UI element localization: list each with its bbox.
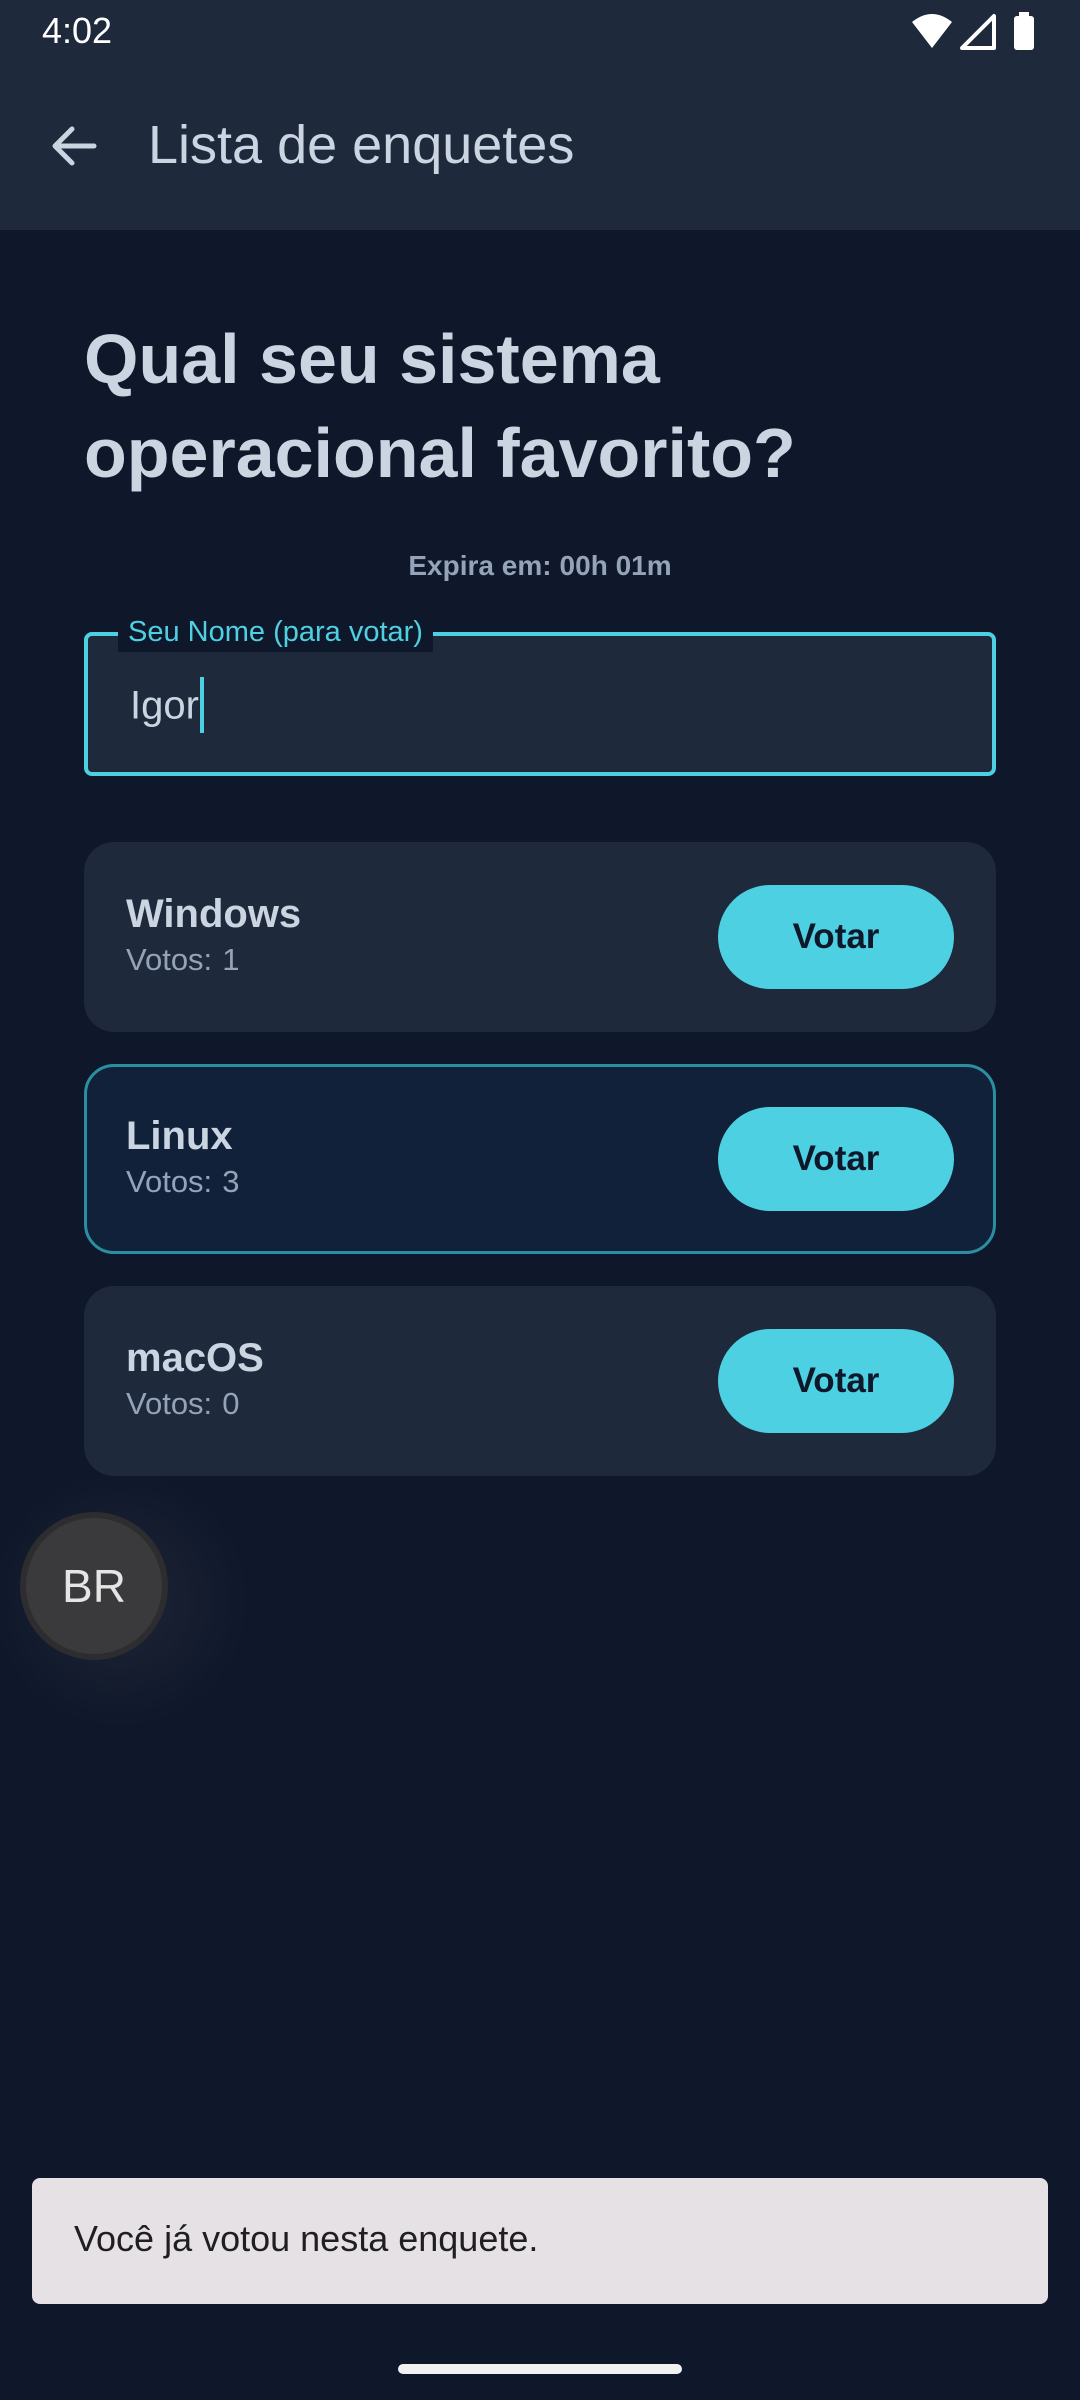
status-time: 4:02: [42, 10, 113, 51]
status-icons: [910, 12, 1040, 52]
expiration-value: 00h 01m: [559, 550, 672, 581]
option-votes: Votos: 1: [126, 942, 239, 978]
app-bar: Lista de enquetes: [0, 60, 1080, 230]
votes-label: Votos:: [126, 1164, 213, 1199]
votes-count: 1: [222, 942, 240, 977]
snackbar: Você já votou nesta enquete.: [32, 2178, 1048, 2304]
status-bar: 4:02: [0, 0, 1080, 60]
name-input-value[interactable]: Igor: [130, 677, 204, 736]
cell-signal-icon: [960, 14, 996, 50]
option-name: macOS: [126, 1336, 264, 1380]
option-card-windows: Windows Votos: 1 Votar: [84, 842, 996, 1032]
votes-label: Votos:: [126, 1386, 213, 1421]
screen: 4:02 Lista de enquetes Qual seu sistema …: [0, 0, 1080, 2400]
option-card-macos: macOS Votos: 0 Votar: [84, 1286, 996, 1476]
option-card-linux: Linux Votos: 3 Votar: [84, 1064, 996, 1254]
name-input[interactable]: Seu Nome (para votar) Igor: [84, 612, 996, 776]
poll-question: Qual seu sistema operacional favorito?: [84, 320, 796, 492]
back-button[interactable]: [44, 116, 104, 176]
votes-count: 0: [222, 1386, 240, 1421]
vote-button-windows[interactable]: Votar: [718, 885, 954, 989]
text-cursor: [199, 677, 204, 733]
home-indicator[interactable]: [398, 2364, 682, 2374]
votes-label: Votos:: [126, 942, 213, 977]
expiration-text: Expira em: 00h 01m: [0, 550, 1080, 582]
votes-count: 3: [222, 1164, 240, 1199]
app-title: Lista de enquetes: [148, 115, 575, 175]
name-input-text: Igor: [130, 683, 199, 728]
vote-button-macos[interactable]: Votar: [718, 1329, 954, 1433]
option-name: Linux: [126, 1114, 233, 1158]
option-name: Windows: [126, 892, 302, 936]
expiration-label: Expira em:: [408, 550, 552, 581]
option-votes: Votos: 0: [126, 1386, 239, 1422]
floating-bubble[interactable]: BR: [20, 1512, 168, 1660]
arrow-back-icon: [52, 126, 97, 166]
option-votes: Votos: 3: [126, 1164, 239, 1200]
wifi-icon: [912, 14, 952, 48]
battery-icon: [1014, 12, 1034, 50]
name-input-label: Seu Nome (para votar): [118, 612, 433, 652]
vote-button-linux[interactable]: Votar: [718, 1107, 954, 1211]
snackbar-text: Você já votou nesta enquete.: [74, 2218, 539, 2259]
